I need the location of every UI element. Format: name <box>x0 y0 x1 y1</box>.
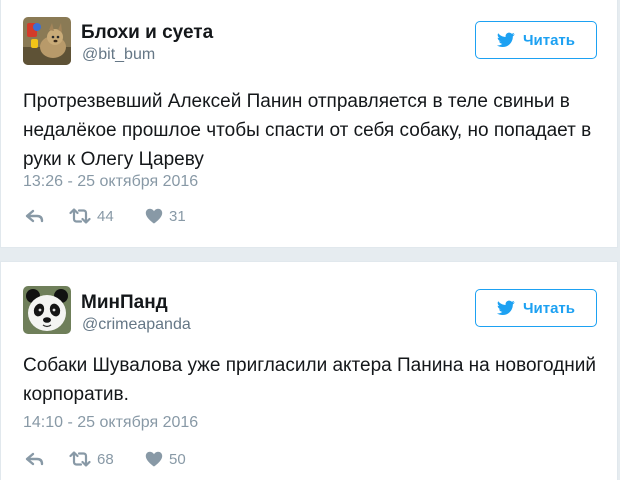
reply-icon <box>25 209 44 223</box>
tweet-text: Собаки Шувалова уже пригласили актера Па… <box>23 355 596 405</box>
panda-avatar-icon <box>23 286 71 334</box>
like-button[interactable]: 31 <box>145 208 186 225</box>
tweet-timestamp[interactable]: 13:26 - 25 октября 2016 <box>23 173 198 191</box>
user-name[interactable]: Блохи и суета <box>81 22 213 44</box>
like-button[interactable]: 50 <box>145 451 186 468</box>
retweet-icon <box>69 208 91 224</box>
twitter-bird-icon <box>496 32 515 48</box>
twitter-bird-icon <box>496 300 515 316</box>
avatar[interactable] <box>23 286 71 334</box>
retweet-count: 44 <box>97 207 114 225</box>
heart-icon <box>145 451 163 467</box>
tweet-actions: 44 31 <box>25 205 186 227</box>
reply-button[interactable] <box>25 451 69 467</box>
reply-icon <box>25 452 44 466</box>
like-count: 31 <box>169 207 186 225</box>
retweet-count: 68 <box>97 450 114 468</box>
follow-button[interactable]: Читать <box>475 21 597 59</box>
retweet-icon <box>69 451 91 467</box>
follow-button-label: Читать <box>522 31 576 49</box>
heart-icon <box>145 208 163 224</box>
follow-button[interactable]: Читать <box>475 289 597 327</box>
tweet-card: МинПанд @crimeapanda Читать Собаки Шувал… <box>0 261 618 480</box>
tweet-actions: 68 50 <box>25 448 186 470</box>
like-count: 50 <box>169 450 186 468</box>
avatar[interactable] <box>23 17 71 65</box>
tweet-feed: Блохи и суета @bit_bum Читать Протрезвев… <box>0 0 620 480</box>
tweet-card: Блохи и суета @bit_bum Читать Протрезвев… <box>0 0 618 248</box>
retweet-button[interactable]: 68 <box>69 451 145 468</box>
user-handle[interactable]: @bit_bum <box>82 46 155 64</box>
tweet-text: Протрезвевший Алексей Панин отправляется… <box>23 91 592 170</box>
retweet-button[interactable]: 44 <box>69 208 145 225</box>
follow-button-label: Читать <box>522 299 576 317</box>
dog-avatar-icon <box>23 17 71 65</box>
user-handle[interactable]: @crimeapanda <box>82 316 191 334</box>
reply-button[interactable] <box>25 208 69 224</box>
user-name[interactable]: МинПанд <box>81 292 168 314</box>
tweet-timestamp[interactable]: 14:10 - 25 октября 2016 <box>23 414 198 432</box>
